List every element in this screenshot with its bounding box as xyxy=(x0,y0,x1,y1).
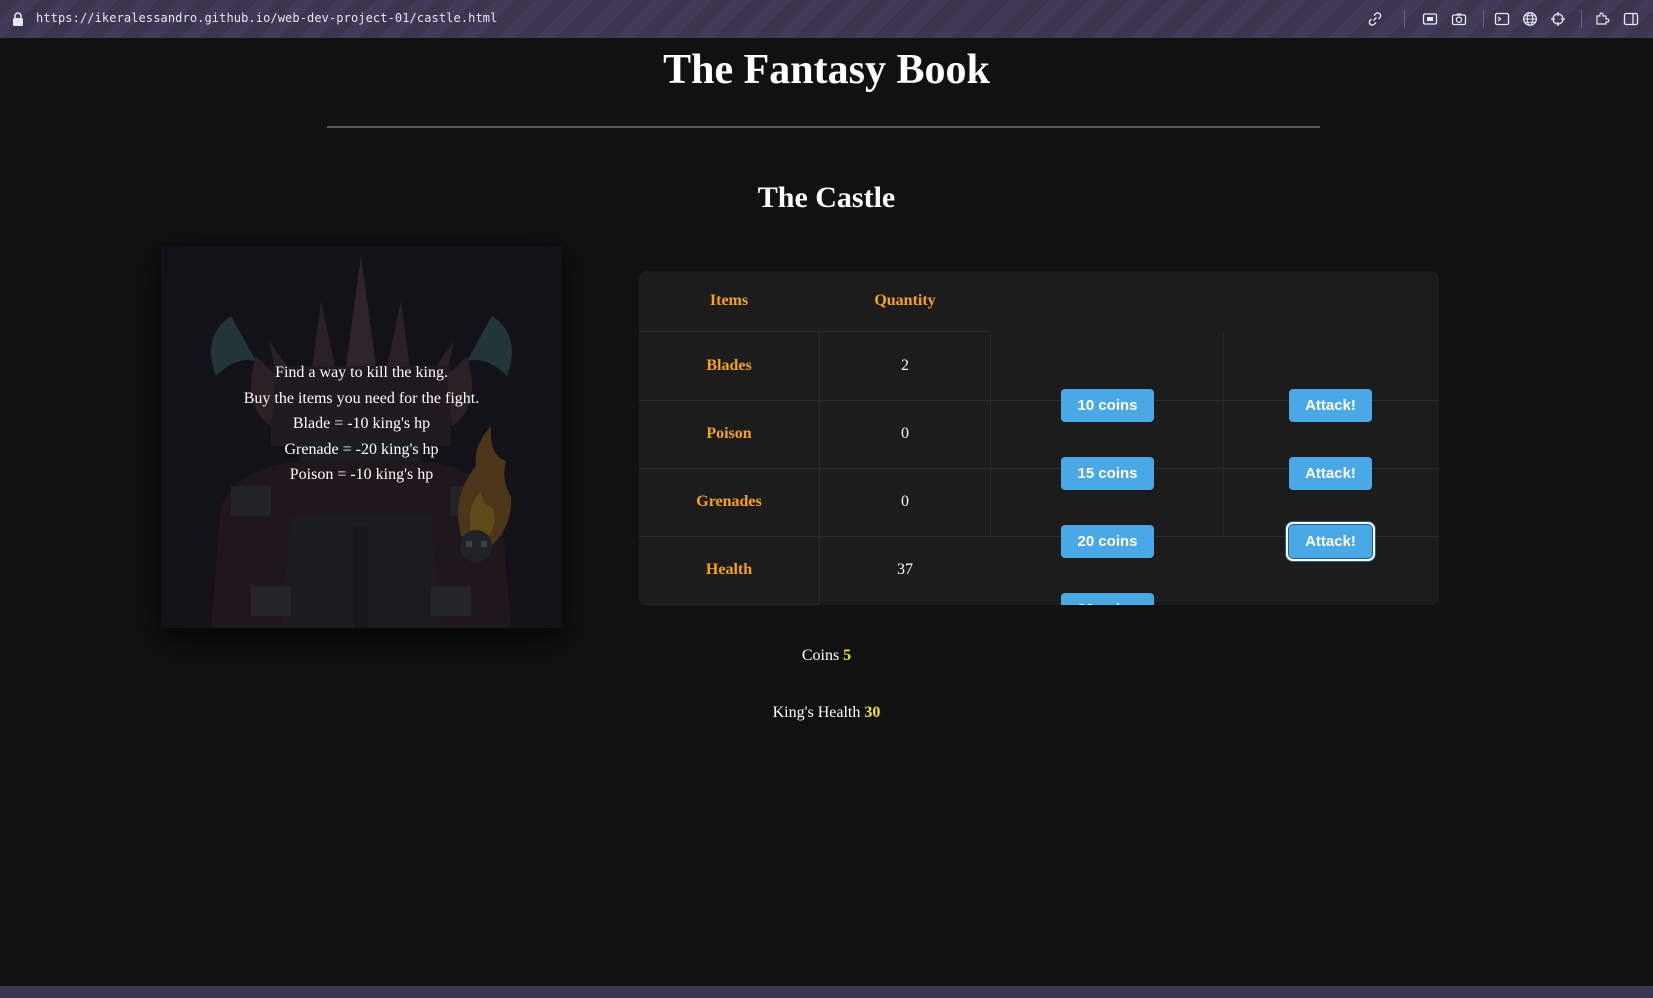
attack-blades-button[interactable]: Attack! xyxy=(1289,389,1372,422)
buy-health-button[interactable]: 30 coins xyxy=(1061,593,1154,605)
item-name-blades: Blades xyxy=(706,357,752,374)
header-divider xyxy=(327,126,1320,128)
item-name-health: Health xyxy=(705,561,753,578)
page-title: The Castle xyxy=(757,181,896,214)
browser-toolbar: https://ikeralessandro.github.io/web-dev… xyxy=(0,0,1653,39)
king-health-stat: King's Health 30 xyxy=(0,704,1653,722)
buy-poison-button[interactable]: 15 coins xyxy=(1061,457,1154,490)
coins-stat: Coins 5 xyxy=(0,647,1653,665)
link-icon[interactable] xyxy=(1367,11,1383,27)
sidebar-icon[interactable] xyxy=(1623,11,1639,27)
intro-line: Poison = -10 king's hp xyxy=(289,466,434,483)
quantity-poison: 0 xyxy=(901,425,909,442)
globe-icon[interactable] xyxy=(1522,11,1538,27)
quantity-blades: 2 xyxy=(901,357,909,374)
coins-value: 5 xyxy=(843,647,852,664)
quantity-health: 37 xyxy=(897,561,913,578)
shop-table: Items Quantity Blades 2 10 coins Attack!… xyxy=(639,271,1439,605)
intro-line: Buy the items you need for the fight. xyxy=(243,389,480,407)
king-health-label: King's Health xyxy=(772,704,861,721)
bottom-bar xyxy=(0,986,1653,998)
page-content: The Fantasy Book The Castle Find a way t… xyxy=(0,38,1653,986)
item-name-poison: Poison xyxy=(706,425,752,442)
intro-line: Blade = -10 king's hp xyxy=(292,415,431,432)
buy-blades-button[interactable]: 10 coins xyxy=(1061,389,1154,422)
extensions-icon[interactable] xyxy=(1594,11,1610,27)
quantity-grenades: 0 xyxy=(901,493,909,510)
lock-icon xyxy=(13,12,23,26)
camera-icon[interactable] xyxy=(1451,11,1467,27)
address-bar-url[interactable]: https://ikeralessandro.github.io/web-dev… xyxy=(36,11,497,25)
attack-grenades-button[interactable]: Attack! xyxy=(1286,522,1375,561)
king-image-card: Find a way to kill the king. Buy the ite… xyxy=(161,246,562,628)
intro-line: Grenade = -20 king's hp xyxy=(284,440,439,458)
attack-poison-button[interactable]: Attack! xyxy=(1289,457,1372,490)
crosshair-icon[interactable] xyxy=(1550,11,1566,27)
king-health-value: 30 xyxy=(864,704,881,721)
site-title: The Fantasy Book xyxy=(663,47,990,93)
header-quantity: Quantity xyxy=(874,292,936,309)
coins-label: Coins xyxy=(801,647,840,664)
intro-text: Find a way to kill the king. Buy the ite… xyxy=(161,360,562,488)
capture-icon[interactable] xyxy=(1422,11,1438,27)
header-items: Items xyxy=(709,292,749,309)
item-name-grenades: Grenades xyxy=(696,493,762,510)
buy-grenades-button[interactable]: 20 coins xyxy=(1061,525,1154,558)
intro-line: Find a way to kill the king. xyxy=(275,364,448,381)
terminal-icon[interactable] xyxy=(1494,11,1510,27)
